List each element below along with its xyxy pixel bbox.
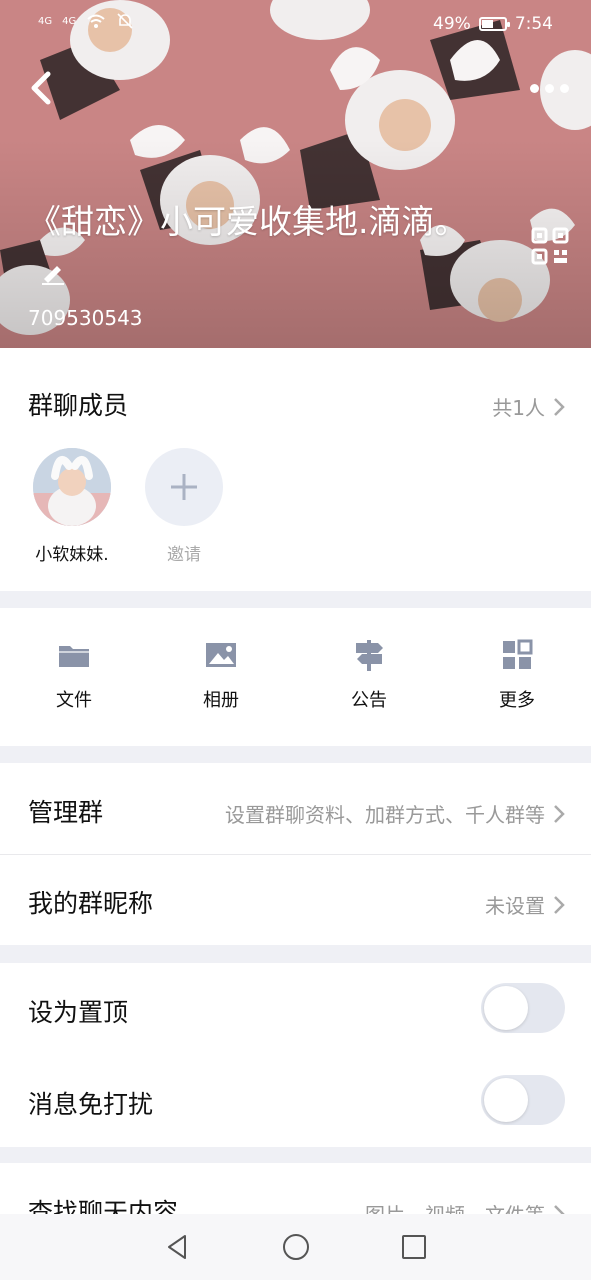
tool-label: 相册: [203, 690, 239, 711]
tool-label: 更多: [499, 690, 535, 711]
nav-back-icon[interactable]: [163, 1232, 193, 1262]
status-left: 4G 4G: [38, 12, 134, 30]
group-nickname-value: 未设置: [485, 890, 565, 919]
manage-group-desc: 设置群聊资料、加群方式、千人群等: [225, 803, 545, 827]
nav-recents-icon[interactable]: [399, 1232, 429, 1262]
manage-group-label: 管理群: [28, 798, 104, 827]
system-nav-bar: [0, 1214, 591, 1280]
tool-label: 公告: [351, 690, 387, 711]
folder-icon: [59, 646, 89, 667]
group-id: 709530543: [28, 306, 143, 330]
signal-icon-2: 4G: [62, 15, 77, 27]
group-nickname-label: 我的群昵称: [28, 889, 154, 918]
tool-album[interactable]: 相册: [171, 638, 271, 712]
image-icon: [206, 643, 236, 667]
manage-group-value: 设置群聊资料、加群方式、千人群等: [225, 799, 565, 828]
mute-row: 消息免打扰: [0, 1055, 591, 1147]
member-item[interactable]: 小软妹妹.: [22, 448, 122, 565]
edit-pencil-icon[interactable]: [40, 259, 66, 285]
mute-bell-icon: [117, 13, 133, 29]
tools-section: 文件 相册 公告 更多: [0, 608, 591, 746]
chevron-right-icon: [554, 895, 565, 914]
members-count: 共1人: [492, 396, 545, 420]
group-header-banner: 4G 4G 49% 7:54 《甜恋》小可爱收集地.滴滴。 709530543: [0, 0, 591, 348]
chevron-right-icon: [554, 804, 565, 823]
banner-shade: [0, 0, 591, 348]
group-nickname-row[interactable]: 我的群昵称 未设置: [0, 854, 591, 945]
add-icon: [145, 448, 223, 526]
status-right: 49% 7:54: [433, 14, 553, 34]
mute-label: 消息免打扰: [28, 1090, 154, 1119]
members-section: 群聊成员 共1人 小软妹妹. 邀请: [0, 348, 591, 591]
mute-toggle[interactable]: [481, 1075, 565, 1125]
pin-row: 设为置顶: [0, 963, 591, 1055]
group-nickname-status: 未设置: [485, 894, 545, 918]
tool-label: 文件: [56, 690, 92, 711]
member-name: 小软妹妹.: [35, 545, 109, 565]
battery-percent: 49%: [433, 14, 471, 34]
pin-toggle[interactable]: [481, 983, 565, 1033]
group-title-text: 《甜恋》小可爱收集地.滴滴。: [28, 202, 468, 241]
tool-files[interactable]: 文件: [24, 638, 124, 712]
back-chevron-icon[interactable]: [24, 68, 58, 108]
pin-label: 设为置顶: [28, 998, 129, 1027]
chevron-right-icon: [554, 397, 565, 416]
members-title: 群聊成员: [28, 391, 129, 420]
grid-icon: [503, 639, 533, 669]
tool-more[interactable]: 更多: [467, 638, 567, 712]
signpost-icon: [356, 640, 383, 671]
group-title: 《甜恋》小可爱收集地.滴滴。: [28, 198, 478, 294]
clock: 7:54: [514, 14, 553, 34]
member-avatar: [33, 448, 111, 526]
qr-code-icon[interactable]: [530, 226, 570, 266]
signal-icon: 4G: [38, 15, 53, 27]
invite-item[interactable]: 邀请: [134, 448, 234, 565]
tool-notice[interactable]: 公告: [319, 638, 419, 712]
more-dots-icon[interactable]: [525, 78, 573, 98]
status-bar: 4G 4G 49% 7:54: [0, 0, 591, 46]
manage-group-row[interactable]: 管理群 设置群聊资料、加群方式、千人群等: [0, 763, 591, 854]
wifi-icon: [87, 14, 105, 28]
toggle-section: 设为置顶 消息免打扰: [0, 963, 591, 1147]
settings-list: 管理群 设置群聊资料、加群方式、千人群等 我的群昵称 未设置: [0, 763, 591, 945]
nav-home-icon[interactable]: [281, 1232, 311, 1262]
battery-icon: [478, 17, 510, 31]
members-count-link[interactable]: 共1人: [492, 392, 565, 421]
invite-label: 邀请: [167, 545, 201, 565]
